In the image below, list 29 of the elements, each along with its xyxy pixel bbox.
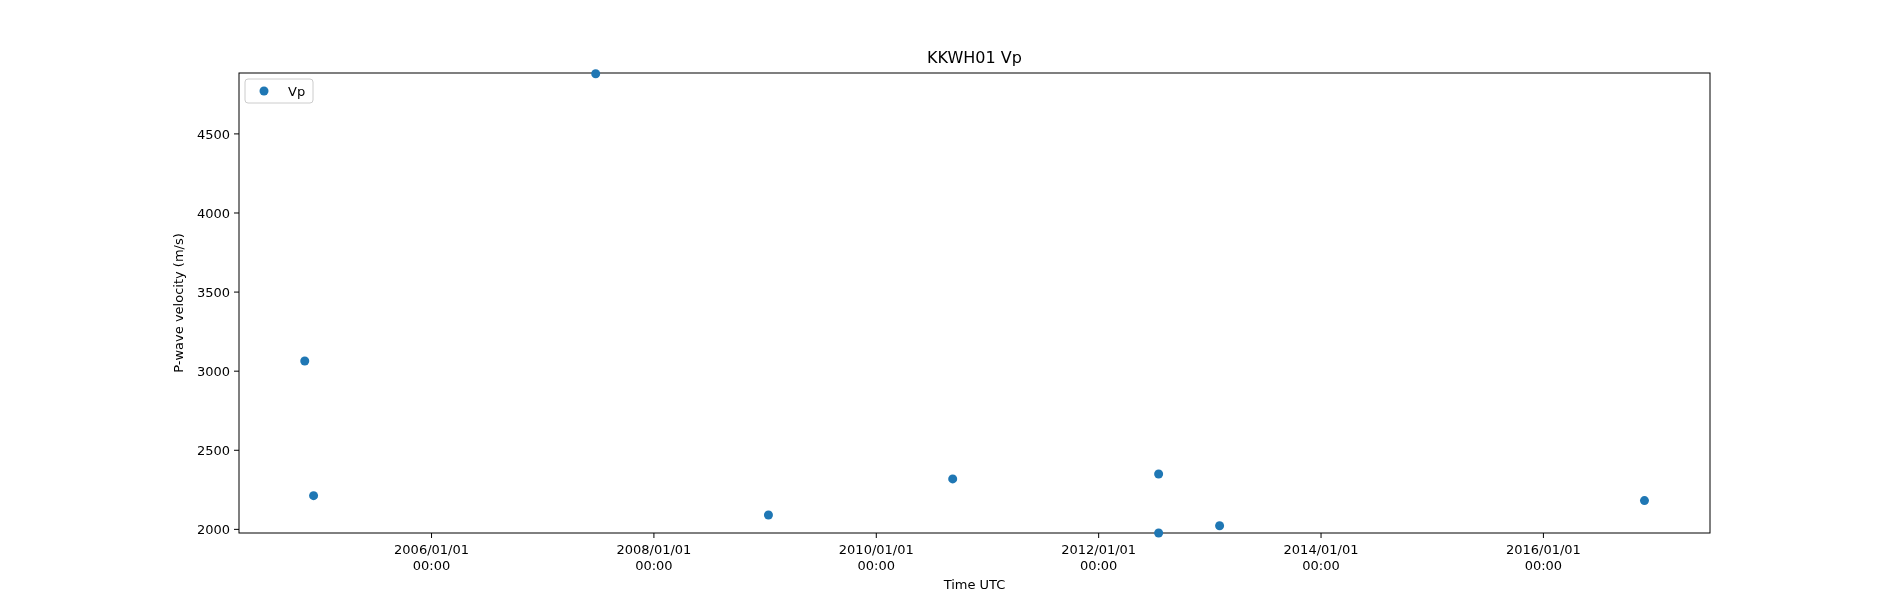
y-tick-mark <box>233 449 240 451</box>
y-tick-label: 2500 <box>196 443 230 459</box>
x-tick-label: 2008/01/01 00:00 <box>616 542 692 573</box>
x-tick-mark <box>1098 532 1100 539</box>
y-axis-label: P-wave velocity (m/s) <box>171 233 186 373</box>
x-tick-label: 2014/01/01 00:00 <box>1283 542 1359 573</box>
x-tick-mark <box>653 532 655 539</box>
x-axis-label: Time UTC <box>943 577 1006 592</box>
x-tick-label: 2006/01/01 00:00 <box>394 542 469 573</box>
y-tick-label: 4000 <box>196 206 230 221</box>
y-tick-label: 3500 <box>196 285 230 301</box>
legend-box <box>244 78 314 104</box>
y-tick-mark <box>233 370 240 372</box>
x-tick-mark <box>431 532 433 539</box>
y-tick-label: 2000 <box>196 522 230 538</box>
y-tick-mark <box>233 212 240 214</box>
x-tick-label: 2010/01/01 00:00 <box>838 542 914 573</box>
y-tick-mark <box>233 291 240 293</box>
y-tick-mark <box>233 528 240 530</box>
y-tick-label: 4500 <box>196 126 230 142</box>
x-tick-mark <box>875 532 877 539</box>
y-tick-mark <box>233 133 240 135</box>
y-tick-label: 3000 <box>196 364 230 380</box>
x-tick-label: 2012/01/01 00:00 <box>1061 542 1137 573</box>
x-tick-mark <box>1542 532 1544 539</box>
chart-title: KKWH01 Vp <box>927 48 1022 67</box>
x-tick-mark <box>1320 532 1322 539</box>
legend-label: Vp <box>288 84 306 99</box>
x-tick-label: 2016/01/01 00:00 <box>1505 542 1581 573</box>
